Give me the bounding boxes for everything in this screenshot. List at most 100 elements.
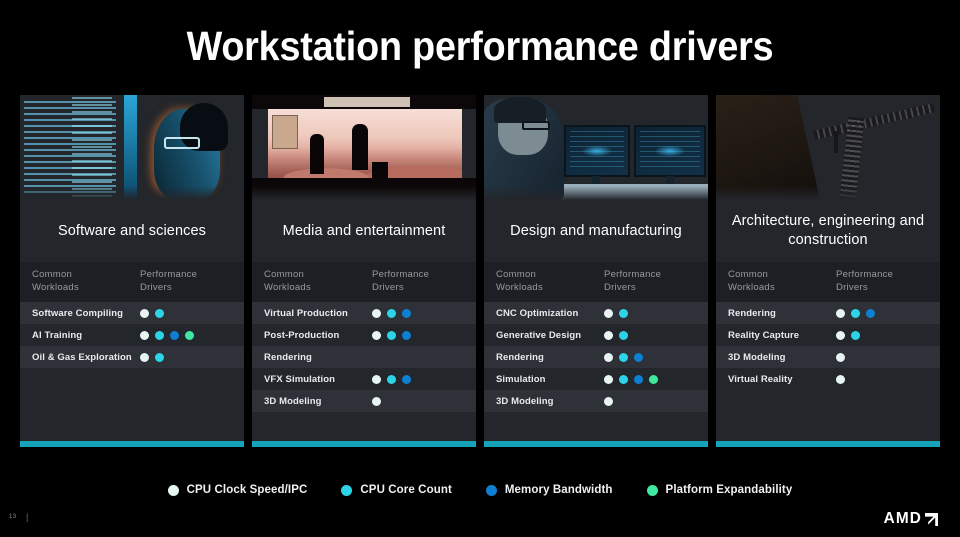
column-header-workloads: Common Workloads <box>264 269 311 293</box>
developer-at-code-screens-photo <box>20 95 244 200</box>
driver-dot-cpu-clock <box>836 352 845 362</box>
row-spacer <box>252 412 476 441</box>
legend-item-4: Platform Expandability <box>646 484 793 496</box>
table-row: VFX Simulation <box>252 368 476 390</box>
driver-dots <box>836 308 875 318</box>
driver-dot-core-count <box>387 374 396 384</box>
table-row: Virtual Production <box>252 302 476 324</box>
table-row: Reality Capture <box>716 324 940 346</box>
driver-dots <box>836 330 860 340</box>
construction-crane-photo <box>716 95 940 200</box>
workload-label: Virtual Production <box>264 307 348 319</box>
table-row: 3D Modeling <box>252 390 476 412</box>
driver-dot-platform-expandability <box>649 374 658 384</box>
card-title: Software and sciences <box>20 200 244 262</box>
amd-logo: AMD <box>882 510 938 528</box>
card-accent-bar <box>716 441 940 447</box>
driver-dots <box>836 352 845 362</box>
driver-dot-memory-bandwidth <box>634 352 643 362</box>
driver-dots <box>140 330 194 340</box>
driver-dots <box>604 352 643 362</box>
table-header: Common Workloads Performance Drivers <box>716 262 940 302</box>
category-card-1[interactable]: Software and sciences Common Workloads Perf… <box>20 95 244 447</box>
workload-label: Simulation <box>496 373 546 385</box>
table-header: Common Workloads Performance Drivers <box>484 262 708 302</box>
driver-dot-cpu-clock <box>604 374 613 384</box>
driver-dot-cpu-clock <box>140 352 149 362</box>
driver-dot-memory-bandwidth <box>402 330 411 340</box>
table-row: Software Compiling <box>20 302 244 324</box>
driver-dot-cpu-clock <box>372 374 381 384</box>
workload-label: 3D Modeling <box>264 395 322 407</box>
workload-label: Virtual Reality <box>728 373 793 385</box>
driver-dots <box>604 308 628 318</box>
row-spacer <box>20 368 244 441</box>
driver-dots <box>604 396 613 406</box>
page-number: 13 <box>9 514 17 520</box>
driver-dot-cpu-clock <box>372 308 381 318</box>
workload-label: Rendering <box>728 307 776 319</box>
table-row: Generative Design <box>484 324 708 346</box>
workload-rows: Software Compiling AI Training Oil & Gas E… <box>20 302 244 441</box>
driver-dot-core-count <box>155 308 164 318</box>
driver-dot-core-count <box>155 330 164 340</box>
legend-label: CPU Clock Speed/IPC <box>186 484 308 496</box>
legend-label: Platform Expandability <box>665 484 793 496</box>
workload-label: 3D Modeling <box>728 351 786 363</box>
category-card-4[interactable]: Architecture, engineering and constructi… <box>716 95 940 447</box>
column-header-drivers: Performance Drivers <box>836 269 894 293</box>
driver-dots <box>372 396 381 406</box>
workload-label: Rendering <box>496 351 544 363</box>
workload-label: Generative Design <box>496 329 582 341</box>
driver-dot-cpu-clock <box>140 330 149 340</box>
workload-label: 3D Modeling <box>496 395 554 407</box>
driver-dot-cpu-clock <box>604 330 613 340</box>
card-accent-bar <box>252 441 476 447</box>
column-header-drivers: Performance Drivers <box>140 269 198 293</box>
driver-dot-cpu-clock <box>372 330 381 340</box>
table-row: Virtual Reality <box>716 368 940 390</box>
category-card-2[interactable]: Media and entertainment Common Workloads Pe… <box>252 95 476 447</box>
driver-dot-memory-bandwidth <box>402 308 411 318</box>
amd-arrow-icon <box>925 512 938 526</box>
driver-dot-core-count <box>619 330 628 340</box>
workload-rows: Rendering Reality Capture 3D Modeling Virtu… <box>716 302 940 441</box>
workload-label: Rendering <box>264 351 312 363</box>
table-row: Rendering <box>716 302 940 324</box>
driver-dot-cpu-clock <box>604 308 613 318</box>
legend-dot-platform-expandability <box>646 484 658 496</box>
table-row: Rendering <box>252 346 476 368</box>
card-title: Architecture, engineering and constructi… <box>716 200 940 262</box>
workload-label: Oil & Gas Exploration <box>32 351 132 363</box>
driver-dot-cpu-clock <box>604 396 613 406</box>
driver-dot-core-count <box>619 352 628 362</box>
workload-rows: Virtual Production Post-Production Renderi… <box>252 302 476 441</box>
legend-item-2: CPU Core Count <box>341 484 452 496</box>
workload-label: Software Compiling <box>32 307 123 319</box>
driver-dots <box>604 330 628 340</box>
driver-dot-cpu-clock <box>372 396 381 406</box>
column-header-workloads: Common Workloads <box>32 269 79 293</box>
driver-dots <box>372 330 411 340</box>
driver-dot-platform-expandability <box>185 330 194 340</box>
slide: Workstation performance drivers Software… <box>0 0 960 537</box>
driver-dot-cpu-clock <box>604 352 613 362</box>
legend-label: CPU Core Count <box>360 484 452 496</box>
workload-label: VFX Simulation <box>264 373 336 385</box>
page-title: Workstation performance drivers <box>186 23 774 69</box>
driver-dots <box>604 374 658 384</box>
column-header-workloads: Common Workloads <box>728 269 775 293</box>
legend: CPU Clock Speed/IPC CPU Core Count Memory … <box>0 484 960 496</box>
driver-dot-core-count <box>851 330 860 340</box>
driver-dots <box>140 308 164 318</box>
workload-label: CNC Optimization <box>496 307 579 319</box>
table-row: CNC Optimization <box>484 302 708 324</box>
workload-rows: CNC Optimization Generative Design Renderi… <box>484 302 708 441</box>
column-header-workloads: Common Workloads <box>496 269 543 293</box>
legend-dot-cpu-clock <box>167 484 179 496</box>
legend-item-3: Memory Bandwidth <box>485 484 613 496</box>
category-card-3[interactable]: Design and manufacturing Common Workloads P… <box>484 95 708 447</box>
footer-separator: | <box>26 512 29 522</box>
card-title: Design and manufacturing <box>484 200 708 262</box>
table-row: 3D Modeling <box>716 346 940 368</box>
